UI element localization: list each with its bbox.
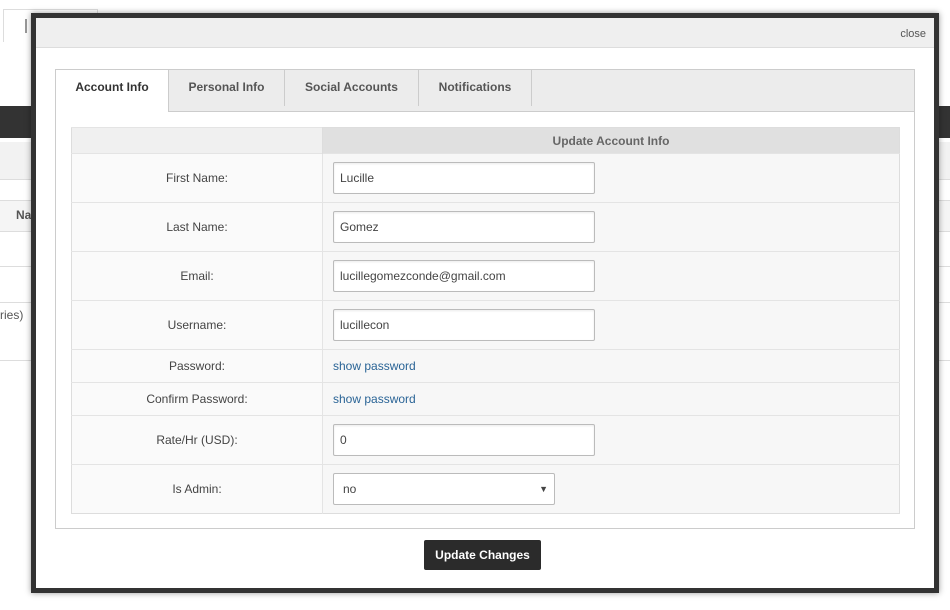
first-name-input[interactable]: [333, 162, 595, 194]
rate-label: Rate/Hr (USD):: [71, 415, 323, 465]
last-name-input[interactable]: [333, 211, 595, 243]
form-row: Password: show password: [71, 349, 900, 383]
form-row: Last Name:: [71, 202, 900, 252]
show-password-link[interactable]: show password: [333, 359, 416, 373]
form-row: Rate/Hr (USD):: [71, 415, 900, 465]
tab-social-accounts[interactable]: Social Accounts: [285, 70, 419, 106]
tab-bar: Account Info Personal Info Social Accoun…: [56, 70, 914, 112]
is-admin-label: Is Admin:: [71, 464, 323, 514]
username-label: Username:: [71, 300, 323, 350]
account-modal: close Account Info Personal Info Social …: [31, 13, 939, 593]
email-input[interactable]: [333, 260, 595, 292]
form-row: Username:: [71, 300, 900, 350]
is-admin-select[interactable]: no ▼: [333, 473, 555, 505]
username-input[interactable]: [333, 309, 595, 341]
confirm-password-label: Confirm Password:: [71, 382, 323, 416]
background-column-header: Na: [16, 208, 32, 222]
email-label: Email:: [71, 251, 323, 301]
tab-notifications[interactable]: Notifications: [419, 70, 532, 106]
rate-input[interactable]: [333, 424, 595, 456]
first-name-label: First Name:: [71, 153, 323, 203]
show-confirm-password-link[interactable]: show password: [333, 392, 416, 406]
background-tab-marker: [25, 19, 27, 33]
password-label: Password:: [71, 349, 323, 383]
modal-header: close: [36, 18, 934, 48]
form-row: Confirm Password: show password: [71, 382, 900, 416]
form-header-spacer: [71, 127, 323, 154]
update-changes-button[interactable]: Update Changes: [424, 540, 541, 570]
is-admin-selected-value: no: [343, 482, 357, 496]
caret-down-icon: ▼: [539, 484, 548, 494]
tab-personal-info[interactable]: Personal Info: [169, 70, 285, 106]
form-row: Is Admin: no ▼: [71, 464, 900, 514]
account-form-table: Update Account Info First Name: Last Nam…: [71, 127, 900, 514]
last-name-label: Last Name:: [71, 202, 323, 252]
close-button[interactable]: close: [900, 28, 926, 40]
tab-account-info[interactable]: Account Info: [56, 70, 169, 112]
form-row: First Name:: [71, 153, 900, 203]
background-entries-text: ries): [0, 308, 24, 322]
form-section-title: Update Account Info: [322, 127, 900, 154]
form-row: Email:: [71, 251, 900, 301]
tab-panel: Account Info Personal Info Social Accoun…: [55, 69, 915, 529]
